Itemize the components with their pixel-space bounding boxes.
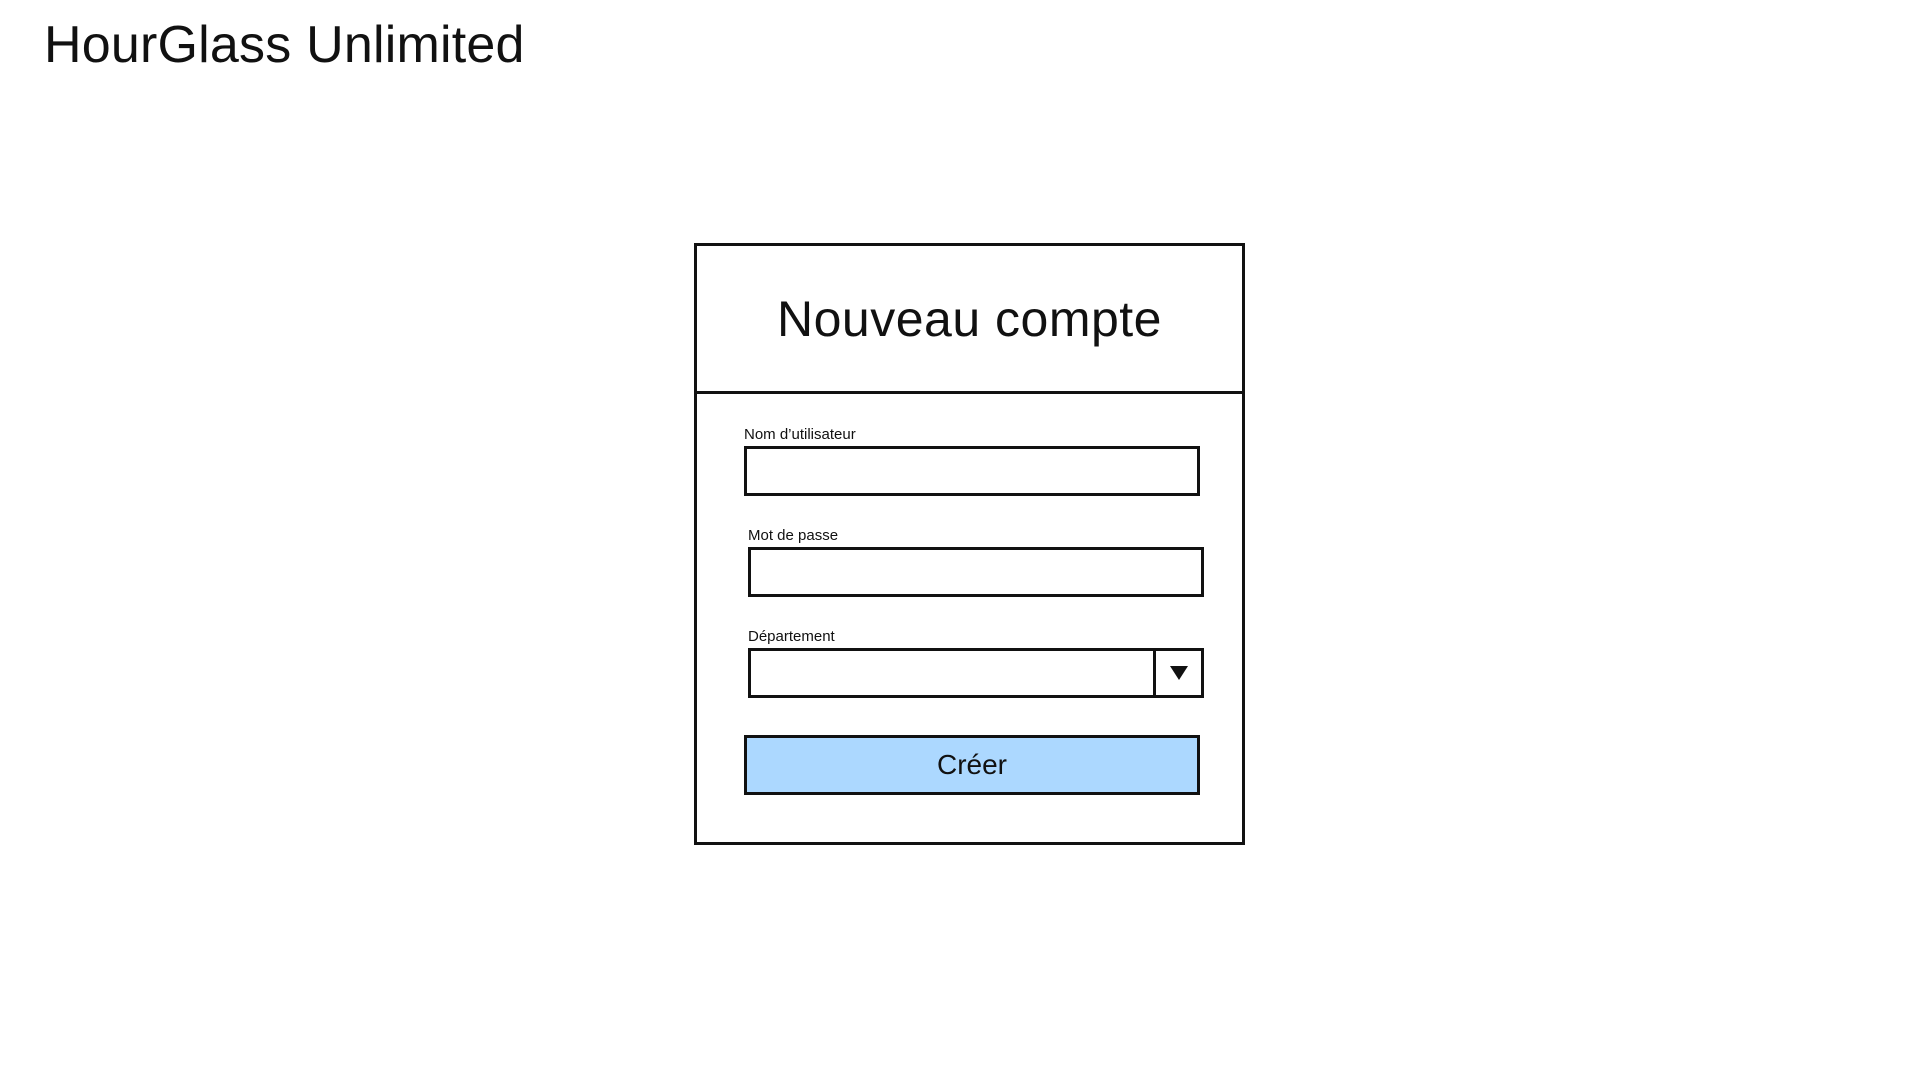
username-input[interactable] [744, 446, 1200, 496]
app-title: HourGlass Unlimited [44, 16, 525, 74]
department-label: Département [748, 628, 835, 645]
dropdown-toggle[interactable] [1153, 651, 1201, 695]
password-field-group: Mot de passe [748, 527, 1204, 597]
department-select[interactable] [748, 648, 1204, 698]
chevron-down-icon [1169, 666, 1188, 680]
password-label: Mot de passe [748, 527, 839, 544]
department-field-group: Département [748, 628, 1204, 698]
form-header: Nouveau compte [697, 246, 1242, 394]
form-title: Nouveau compte [776, 290, 1162, 347]
create-button[interactable]: Créer [744, 735, 1200, 795]
username-field-group: Nom d’utilisateur [744, 426, 1200, 496]
department-select-value [751, 651, 1153, 695]
new-account-form: Nouveau compte Nom d’utilisateur Mot de … [694, 243, 1245, 845]
password-input[interactable] [748, 547, 1204, 597]
username-label: Nom d’utilisateur [744, 426, 856, 443]
